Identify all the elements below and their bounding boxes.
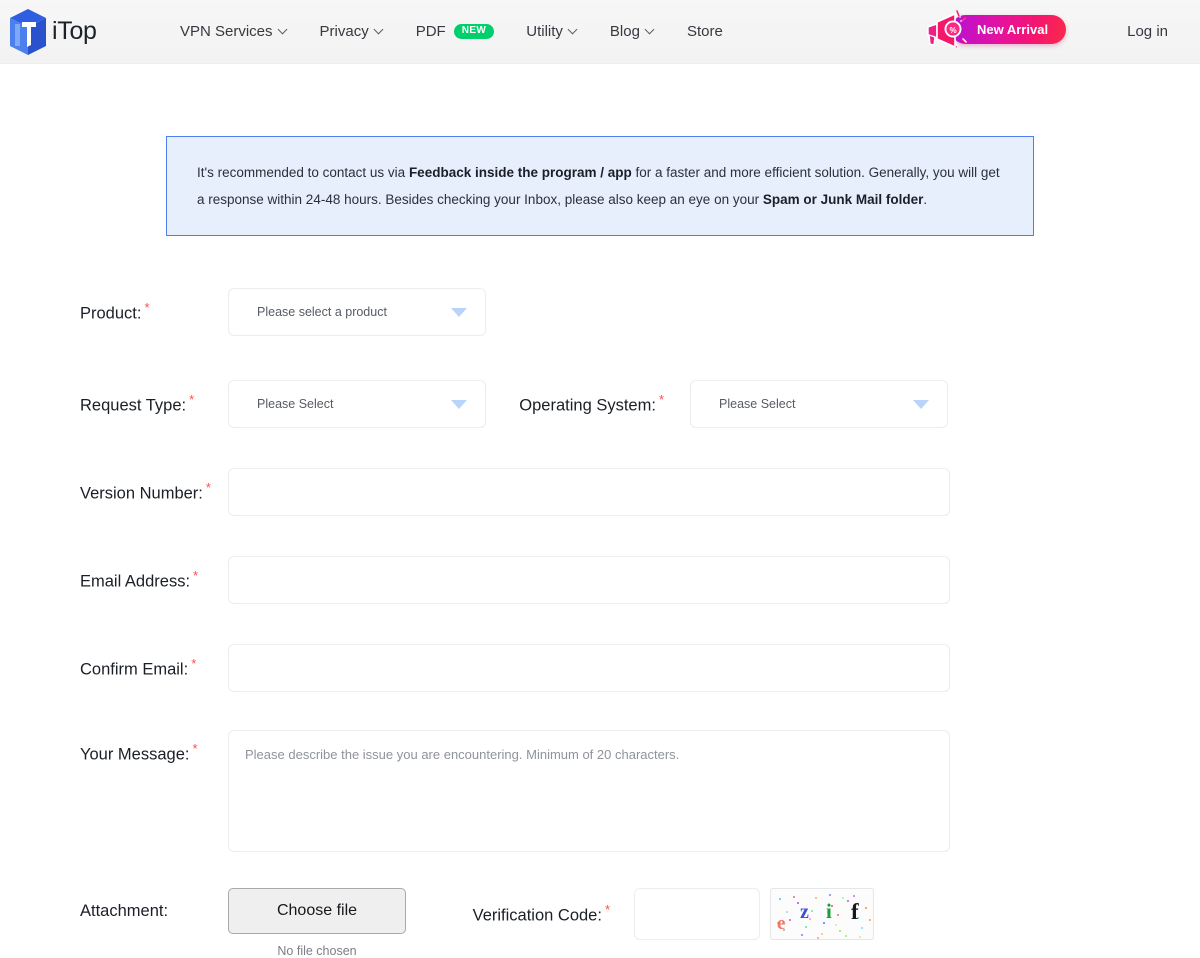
captcha-image[interactable]: e z i f xyxy=(770,888,874,940)
nav-item-store[interactable]: Store xyxy=(671,0,739,64)
required-asterisk: * xyxy=(189,391,195,407)
required-asterisk: * xyxy=(604,902,610,917)
chevron-down-icon xyxy=(279,26,288,35)
notice-bold-feedback: Feedback inside the program / app xyxy=(408,165,632,180)
request-type-select[interactable]: Please Select xyxy=(228,380,486,428)
your-message-label: Your Message: xyxy=(80,745,190,764)
captcha-char-3: i xyxy=(826,899,832,923)
your-message-textarea[interactable] xyxy=(228,730,950,852)
nav-label: Blog xyxy=(609,23,640,40)
new-arrival-promo[interactable]: % New Arrival xyxy=(925,8,1067,50)
itop-cube-logo-icon xyxy=(8,8,48,55)
megaphone-icon: % xyxy=(925,9,969,49)
operating-system-select[interactable]: Please Select xyxy=(690,380,948,428)
chevron-down-icon xyxy=(375,26,384,35)
login-link[interactable]: Log in xyxy=(1127,23,1168,40)
new-badge: NEW xyxy=(453,24,495,39)
site-header: iTop VPN Services Privacy PDF NEW Utilit… xyxy=(0,0,1200,64)
email-address-label: Email Address: xyxy=(80,572,191,591)
verification-code-input[interactable] xyxy=(634,888,760,940)
attachment-label: Attachment: xyxy=(80,902,169,920)
confirm-email-input[interactable] xyxy=(228,644,950,692)
required-asterisk: * xyxy=(192,741,198,756)
request-type-select-value: Please Select xyxy=(257,397,334,411)
form-row-attachment: Attachment: Choose file No file chosen V… xyxy=(80,888,1120,958)
email-address-input[interactable] xyxy=(228,556,950,604)
chevron-down-icon xyxy=(646,26,655,35)
nav-label: Store xyxy=(686,23,723,40)
nav-item-privacy[interactable]: Privacy xyxy=(304,0,400,64)
nav-label: VPN Services xyxy=(180,23,273,40)
nav-label: PDF xyxy=(415,23,446,40)
verification-code-label: Verification Code: xyxy=(472,906,602,925)
operating-system-label: Operating System: xyxy=(519,396,656,415)
required-asterisk: * xyxy=(205,479,211,495)
nav-item-blog[interactable]: Blog xyxy=(594,0,671,64)
product-select[interactable]: Please select a product xyxy=(228,288,486,336)
required-asterisk: * xyxy=(144,299,150,315)
request-type-label: Request Type: xyxy=(80,396,187,415)
product-label: Product: xyxy=(80,304,142,323)
chevron-down-icon xyxy=(451,307,467,317)
form-row-request-type: Request Type: * Please Select Operating S… xyxy=(80,380,1120,428)
main-content: It's recommended to contact us via Feedb… xyxy=(0,64,1200,958)
file-status-text: No file chosen xyxy=(277,944,357,958)
confirm-email-label: Confirm Email: xyxy=(80,660,189,679)
version-number-input[interactable] xyxy=(228,468,950,516)
notice-text-part3: . xyxy=(923,192,928,207)
nav-item-pdf[interactable]: PDF NEW xyxy=(400,0,511,64)
nav-item-vpn-services[interactable]: VPN Services xyxy=(164,0,304,64)
logo-text: iTop xyxy=(52,17,97,45)
nav-label: Utility xyxy=(526,23,563,40)
nav-label: Privacy xyxy=(319,23,369,40)
form-row-your-message: Your Message: * xyxy=(80,730,1120,852)
captcha-char-2: z xyxy=(800,901,809,923)
form-row-product: Product: * Please select a product xyxy=(80,284,1120,340)
product-select-value: Please select a product xyxy=(257,305,387,319)
form-row-email-address: Email Address: * xyxy=(80,556,1120,604)
operating-system-select-value: Please Select xyxy=(719,397,796,411)
notice-banner: It's recommended to contact us via Feedb… xyxy=(166,136,1034,236)
main-nav: VPN Services Privacy PDF NEW Utility Blo… xyxy=(164,0,739,64)
svg-text:%: % xyxy=(949,26,956,35)
choose-file-button[interactable]: Choose file xyxy=(228,888,406,934)
required-asterisk: * xyxy=(193,567,199,583)
captcha-char-4: f xyxy=(851,899,859,924)
nav-item-utility[interactable]: Utility xyxy=(510,0,594,64)
chevron-down-icon xyxy=(913,399,929,409)
required-asterisk: * xyxy=(658,391,664,407)
form-row-version-number: Version Number: * xyxy=(80,468,1120,516)
form-row-confirm-email: Confirm Email: * xyxy=(80,644,1120,692)
notice-text-part1: It's recommended to contact us via xyxy=(197,165,409,180)
required-asterisk: * xyxy=(191,655,197,671)
version-number-label: Version Number: xyxy=(80,484,203,503)
logo[interactable]: iTop xyxy=(8,8,128,55)
chevron-down-icon xyxy=(451,399,467,409)
support-form: Product: * Please select a product Reques… xyxy=(80,236,1120,958)
captcha-char-1: e xyxy=(777,913,786,934)
chevron-down-icon xyxy=(569,26,578,35)
notice-bold-spam: Spam or Junk Mail folder xyxy=(762,192,924,207)
